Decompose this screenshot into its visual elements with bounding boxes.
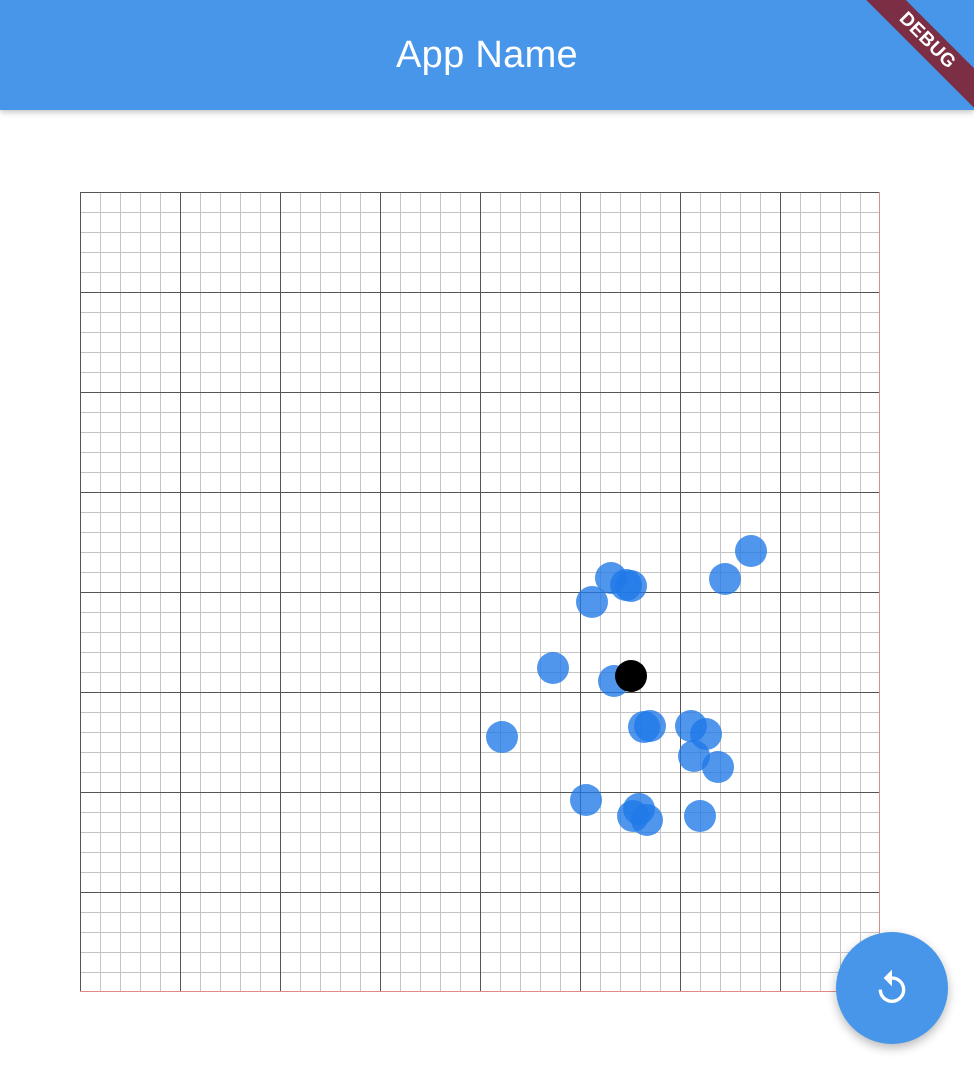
scatter-point bbox=[684, 800, 716, 832]
graph-paper-grid bbox=[80, 192, 880, 992]
refresh-icon bbox=[878, 969, 906, 1003]
app-bar: App Name bbox=[0, 0, 974, 110]
app-screen: App Name DEBUG bbox=[0, 0, 974, 1066]
reset-button[interactable] bbox=[836, 932, 948, 1044]
scatter-point bbox=[735, 535, 767, 567]
scatter-grid-area[interactable] bbox=[80, 192, 880, 992]
scatter-point bbox=[615, 570, 647, 602]
scatter-point bbox=[537, 652, 569, 684]
scatter-point bbox=[486, 721, 518, 753]
scatter-point bbox=[631, 804, 663, 836]
app-title: App Name bbox=[396, 34, 578, 76]
scatter-point bbox=[709, 563, 741, 595]
scatter-point bbox=[634, 710, 666, 742]
scatter-point bbox=[576, 586, 608, 618]
scatter-point bbox=[570, 784, 602, 816]
scatter-points bbox=[486, 535, 767, 836]
reference-point bbox=[615, 660, 647, 692]
scatter-point bbox=[702, 751, 734, 783]
